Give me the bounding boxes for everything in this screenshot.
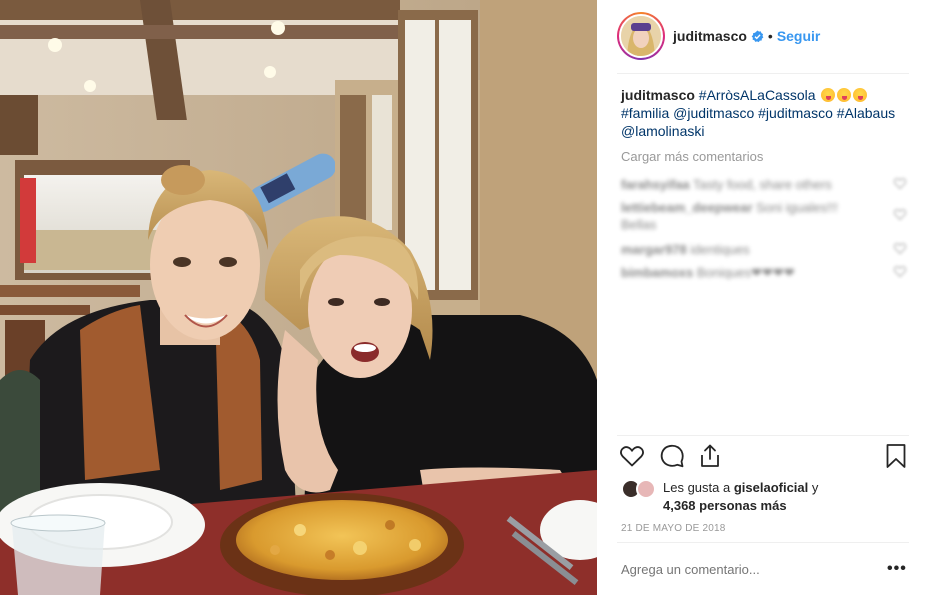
comment-username[interactable]: bimbamoxs — [621, 265, 693, 280]
comment-heart-icon[interactable] — [894, 243, 906, 254]
comment-username[interactable]: farahsyifaa — [621, 177, 690, 192]
likes-liker-link[interactable]: giselaoficial — [734, 480, 808, 495]
post-photo — [0, 0, 597, 595]
liker-avatars — [621, 479, 657, 501]
comment-item: bimbamoxs Boniques❤❤❤❤ — [621, 264, 861, 281]
actions-divider — [617, 435, 909, 436]
header-username[interactable]: juditmasco — [673, 28, 747, 44]
likes-summary: Les gusta a giselaoficial y 4,368 person… — [621, 479, 906, 515]
comment-item: margar978 identiques — [621, 241, 861, 258]
comment-heart-icon[interactable] — [894, 178, 906, 189]
yum-emoji-icon — [853, 88, 868, 102]
comment-username[interactable]: lettiebeam_deepwear — [621, 200, 753, 215]
yum-emoji-icon — [837, 88, 852, 102]
caption-tags-line-2[interactable]: #familia @juditmasco #juditmasco #Alabau… — [621, 105, 895, 121]
liker-avatar[interactable] — [636, 479, 656, 499]
comment-text: Boniques❤❤❤❤ — [696, 265, 795, 280]
header-divider — [617, 73, 909, 74]
bookmark-icon[interactable] — [883, 443, 909, 469]
avatar-image — [621, 16, 661, 56]
yum-emoji-icon — [821, 88, 836, 102]
caption-tags-line-3[interactable]: @lamolinaski — [621, 123, 704, 139]
verified-badge-icon — [751, 29, 764, 42]
share-icon[interactable] — [697, 443, 723, 469]
comment-username[interactable]: margar978 — [621, 242, 687, 257]
post-date[interactable]: 21 DE MAYO DE 2018 — [621, 523, 726, 534]
caption-username[interactable]: juditmasco — [621, 87, 695, 103]
post-caption: juditmasco #ArròsALaCassola #familia @ju… — [621, 86, 906, 140]
comment-text: Bellas — [621, 217, 657, 232]
post-actions — [617, 443, 909, 473]
comment-heart-icon[interactable] — [894, 266, 906, 277]
comment-text: Soni iguales!!! — [756, 200, 838, 215]
comment-text: Tasty food, share others — [693, 177, 832, 192]
likes-conjunction: y — [811, 480, 819, 495]
post-photo-illustration — [0, 0, 597, 595]
load-more-comments-button[interactable]: Cargar más comentarios — [621, 149, 763, 164]
comment-bubble-icon[interactable] — [659, 443, 685, 469]
comment-text: identiques — [690, 242, 750, 257]
heart-icon[interactable] — [619, 443, 645, 469]
story-ring[interactable] — [617, 12, 665, 60]
follow-button[interactable]: Seguir — [777, 28, 821, 44]
comment-item: farahsyifaa Tasty food, share others — [621, 176, 861, 193]
comment-divider — [617, 542, 909, 543]
likes-text: Les gusta a giselaoficial y 4,368 person… — [663, 479, 818, 515]
caption-hashtag[interactable]: #ArròsALaCassola — [699, 87, 816, 103]
post-side-panel: juditmasco • Seguir juditmasco #ArròsALa… — [597, 0, 930, 595]
more-options-button[interactable]: ••• — [887, 560, 907, 578]
comment-input[interactable] — [621, 562, 871, 577]
comment-heart-icon[interactable] — [894, 209, 906, 220]
post-header: juditmasco • Seguir — [617, 10, 907, 62]
likes-prefix: Les gusta a — [663, 480, 731, 495]
avatar[interactable] — [619, 14, 663, 58]
likes-others-link[interactable]: 4,368 personas más — [663, 498, 787, 513]
comment-item: lettiebeam_deepwear Soni iguales!!! Bell… — [621, 199, 861, 233]
header-separator: • — [767, 28, 773, 44]
